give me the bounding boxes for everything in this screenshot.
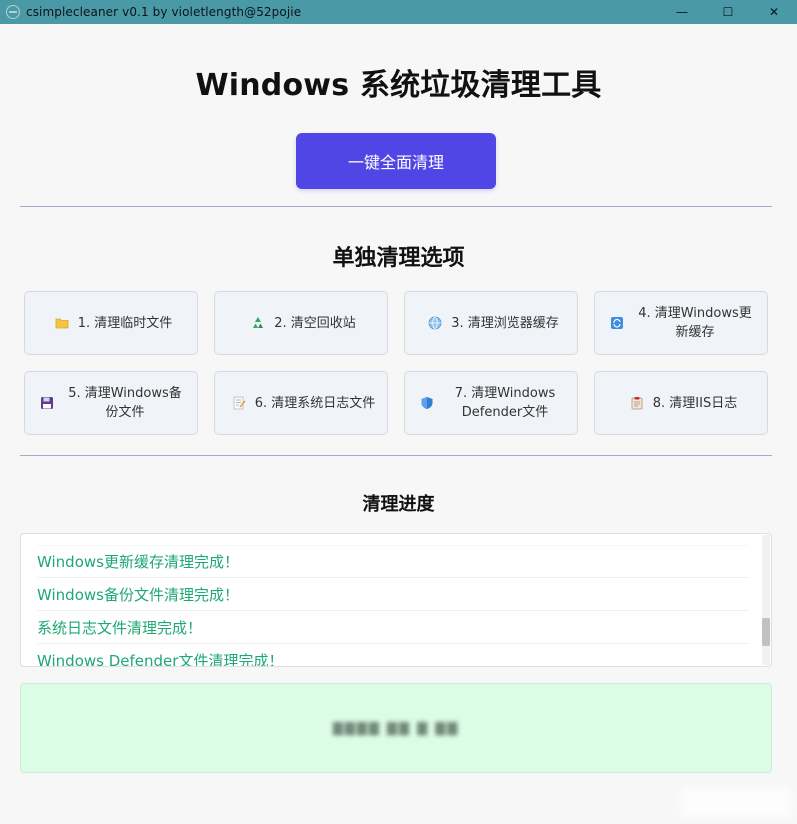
clean-all-button[interactable]: 一键全面清理 xyxy=(296,133,496,189)
title-bar[interactable]: csimplecleaner v0.1 by violetlength@52po… xyxy=(0,0,797,24)
option-empty-recycle-bin[interactable]: 2. 清空回收站 xyxy=(214,291,388,355)
log-scrollbar-thumb[interactable] xyxy=(762,618,770,646)
log-line-partial xyxy=(37,534,749,546)
maximize-icon: ☐ xyxy=(722,5,734,19)
shield-icon xyxy=(419,395,435,411)
minimize-button[interactable]: — xyxy=(659,0,705,24)
log-line: 系统日志文件清理完成！ xyxy=(37,612,749,644)
option-label: 6. 清理系统日志文件 xyxy=(254,395,376,411)
window-controls: — ☐ ✕ xyxy=(659,0,797,24)
memo-icon xyxy=(231,395,247,411)
divider-top xyxy=(20,206,772,207)
log-line: Windows更新缓存清理完成！ xyxy=(37,546,749,578)
progress-section-title: 清理进度 xyxy=(362,494,435,515)
clipboard-icon xyxy=(629,395,645,411)
status-text-obscured: ▇▇▇▇ ▇▇ ▇ ▇▇ xyxy=(332,720,460,736)
refresh-icon xyxy=(609,315,625,331)
minimize-icon: — xyxy=(676,5,688,19)
maximize-button[interactable]: ☐ xyxy=(705,0,751,24)
divider-bottom xyxy=(20,455,772,456)
page-title: Windows 系统垃圾清理工具 xyxy=(195,68,602,103)
option-label: 5. 清理Windows备份文件 xyxy=(68,386,182,420)
recycle-icon xyxy=(250,315,266,331)
globe-icon xyxy=(427,315,443,331)
option-label: 2. 清空回收站 xyxy=(274,315,356,331)
options-section-title: 单独清理选项 xyxy=(332,246,465,271)
main-content: Windows 系统垃圾清理工具 一键全面清理 单独清理选项 1. 清理临时文件 xyxy=(0,24,797,824)
option-label: 4. 清理Windows更新缓存 xyxy=(638,306,752,340)
option-label: 7. 清理Windows Defender文件 xyxy=(454,386,556,420)
progress-log[interactable]: Windows更新缓存清理完成！ Windows备份文件清理完成！ 系统日志文件… xyxy=(20,533,772,667)
option-clean-system-logs[interactable]: 6. 清理系统日志文件 xyxy=(214,371,388,435)
window-title: csimplecleaner v0.1 by violetlength@52po… xyxy=(26,5,302,19)
log-line: Windows Defender文件清理完成！ xyxy=(37,652,284,667)
option-clean-browser-cache[interactable]: 3. 清理浏览器缓存 xyxy=(404,291,578,355)
option-clean-windows-update-cache[interactable]: 4. 清理Windows更新缓存 xyxy=(594,291,768,355)
option-clean-windows-backup[interactable]: 5. 清理Windows备份文件 xyxy=(24,371,198,435)
close-icon: ✕ xyxy=(768,5,780,19)
app-icon xyxy=(6,5,20,19)
option-label: 1. 清理临时文件 xyxy=(77,315,173,331)
floppy-disk-icon xyxy=(39,395,55,411)
options-grid: 1. 清理临时文件 2. 清空回收站 3. 清理浏览器缓存 4. 清理Windo… xyxy=(24,291,768,435)
option-clean-temp-files[interactable]: 1. 清理临时文件 xyxy=(24,291,198,355)
option-clean-defender-files[interactable]: 7. 清理Windows Defender文件 xyxy=(404,371,578,435)
option-label: 3. 清理浏览器缓存 xyxy=(451,315,559,331)
log-line: Windows备份文件清理完成！ xyxy=(37,579,749,611)
option-label: 8. 清理IIS日志 xyxy=(652,395,738,411)
blurred-overlay xyxy=(681,788,791,818)
option-clean-iis-logs[interactable]: 8. 清理IIS日志 xyxy=(594,371,768,435)
folder-icon xyxy=(54,315,70,331)
app-window: csimplecleaner v0.1 by violetlength@52po… xyxy=(0,0,797,824)
status-panel: ▇▇▇▇ ▇▇ ▇ ▇▇ xyxy=(20,683,772,773)
close-button[interactable]: ✕ xyxy=(751,0,797,24)
